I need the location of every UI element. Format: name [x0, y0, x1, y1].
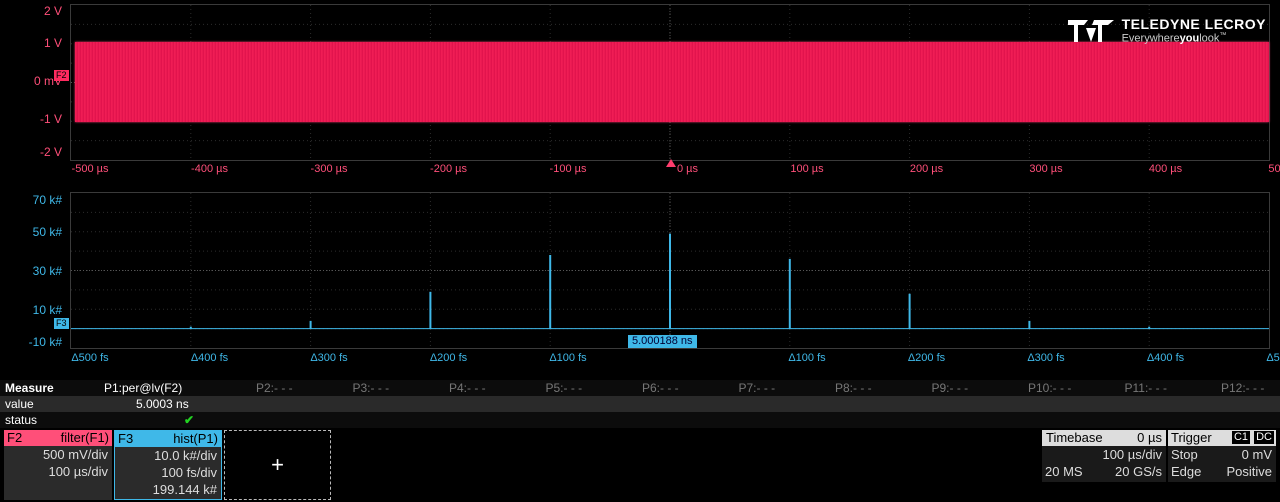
f3-y-label: 10 k# [32, 303, 62, 317]
f2-y-label: 0 mV [33, 74, 62, 88]
f3-y-label: 70 k# [32, 193, 62, 207]
add-trace-button[interactable]: + [224, 430, 331, 500]
f2-x-label: -500 µs [71, 163, 109, 175]
f2-x-label: -300 µs [310, 163, 348, 175]
measure-column-header[interactable]: P8:- - - [835, 380, 872, 396]
f3-vertical-scale: 10.0 k#/div [154, 448, 217, 463]
measure-table: Measure value 5.0003 ns status ✔ P1:per@… [0, 380, 1280, 428]
f3-x-label: Δ100 fs [549, 352, 587, 364]
measure-value-row: value 5.0003 ns [0, 396, 1280, 412]
trigger-level: 0 mV [1241, 447, 1272, 462]
timebase-descriptor[interactable]: Timebase 0 µs 100 µs/div 20 MS 20 GS/s [1042, 430, 1166, 482]
f2-x-label: 500 µs [1268, 163, 1280, 175]
f2-x-label: -100 µs [549, 163, 587, 175]
f3-function: hist(P1) [173, 431, 218, 446]
f3-total-count: 199.144 k# [152, 482, 217, 497]
f2-x-label: 400 µs [1148, 163, 1183, 175]
f2-id: F2 [7, 430, 23, 445]
measure-column-header[interactable]: P7:- - - [739, 380, 776, 396]
lecroy-emblem-icon [1067, 20, 1114, 43]
histogram-center-readout: 5.000188 ns [628, 335, 697, 348]
p1-status-check-icon: ✔ [184, 413, 195, 427]
histogram-plot [71, 193, 1269, 348]
value-row-label: value [5, 397, 34, 411]
f3-y-label: 30 k# [32, 264, 62, 278]
measure-column-header[interactable]: P12:- - - [1221, 380, 1264, 396]
trigger-source-badge: C1 [1231, 431, 1250, 444]
f3-x-label: Δ200 fs [429, 352, 468, 364]
timebase-title: Timebase [1046, 430, 1103, 445]
f2-x-label: 300 µs [1029, 163, 1063, 175]
timebase-rate: 20 GS/s [1115, 464, 1162, 479]
f2-y-label: -1 V [39, 112, 62, 126]
f2-descriptor[interactable]: F2 filter(F1) 500 mV/div 100 µs/div [4, 430, 112, 500]
f3-y-label: -10 k# [28, 335, 62, 349]
measure-column-header[interactable]: P6:- - - [642, 380, 679, 396]
f2-y-label: 1 V [43, 36, 62, 50]
f3-id: F3 [118, 431, 134, 446]
f2-x-label: -400 µs [191, 163, 228, 175]
measure-header-row: Measure [0, 380, 1280, 396]
f2-x-label: -200 µs [430, 163, 467, 175]
p1-value[interactable]: 5.0003 ns [136, 396, 189, 412]
trigger-mode: Stop [1171, 447, 1198, 462]
histogram-grid-f3[interactable] [70, 192, 1270, 349]
measure-column-header[interactable]: P5:- - - [546, 380, 583, 396]
f3-marker: F3 [54, 318, 69, 329]
f3-horizontal-scale: 100 fs/div [161, 465, 217, 480]
teledyne-lecroy-logo: TELEDYNE LECROY Everywhereyoulook™ [1066, 16, 1266, 45]
measure-column-header[interactable]: P9:- - - [932, 380, 969, 396]
f3-x-label: Δ200 fs [907, 352, 946, 364]
f2-trace [75, 42, 1269, 122]
trigger-coupling-badge: DC [1254, 431, 1274, 444]
f3-x-label: Δ100 fs [788, 352, 826, 364]
f3-x-label: Δ500 fs [71, 352, 109, 364]
f3-x-label: Δ300 fs [310, 352, 348, 364]
trigger-slope: Positive [1226, 464, 1272, 479]
f3-x-label: Δ300 fs [1027, 352, 1065, 364]
f2-x-label: 200 µs [909, 163, 944, 175]
measure-column-header[interactable]: P4:- - - [449, 380, 486, 396]
timebase-div: 100 µs/div [1102, 447, 1162, 462]
timebase-offset: 0 µs [1137, 430, 1162, 445]
f2-horizontal-scale: 100 µs/div [48, 464, 108, 479]
brand-tagline: Everywhereyoulook™ [1121, 32, 1227, 45]
measure-column-header[interactable]: P1:per@lv(F2) [104, 380, 182, 396]
f3-y-label: 50 k# [32, 225, 62, 239]
brand-name: TELEDYNE LECROY [1121, 16, 1266, 32]
f3-x-label: Δ500 fs [1266, 352, 1280, 364]
timebase-samples: 20 MS [1045, 464, 1083, 479]
f3-descriptor[interactable]: F3 hist(P1) 10.0 k#/div 100 fs/div 199.1… [114, 430, 222, 500]
measure-column-header[interactable]: P11:- - - [1125, 380, 1167, 396]
trigger-position-icon [666, 159, 676, 167]
trigger-type: Edge [1171, 464, 1202, 479]
measure-column-header[interactable]: P3:- - - [353, 380, 390, 396]
measure-column-header[interactable]: P10:- - - [1028, 380, 1071, 396]
f2-x-label: 100 µs [790, 163, 824, 175]
f2-marker: F2 [54, 70, 69, 81]
status-row-label: status [5, 413, 38, 427]
trigger-title: Trigger [1171, 430, 1212, 445]
plus-icon: + [271, 452, 284, 477]
f3-x-label: Δ400 fs [1146, 352, 1185, 364]
f2-function: filter(F1) [60, 430, 109, 445]
measure-column-header[interactable]: P2:- - - [256, 380, 293, 396]
measure-status-row: status ✔ [0, 412, 1280, 428]
f2-y-label: 2 V [43, 4, 62, 18]
f2-y-label: -2 V [39, 145, 62, 159]
measure-title: Measure [5, 381, 54, 395]
f2-vertical-scale: 500 mV/div [42, 447, 108, 462]
trigger-descriptor[interactable]: Trigger C1 DC Stop 0 mV Edge Positive [1168, 430, 1276, 482]
f2-x-label: 0 µs [676, 163, 699, 175]
f3-x-label: Δ400 fs [190, 352, 229, 364]
